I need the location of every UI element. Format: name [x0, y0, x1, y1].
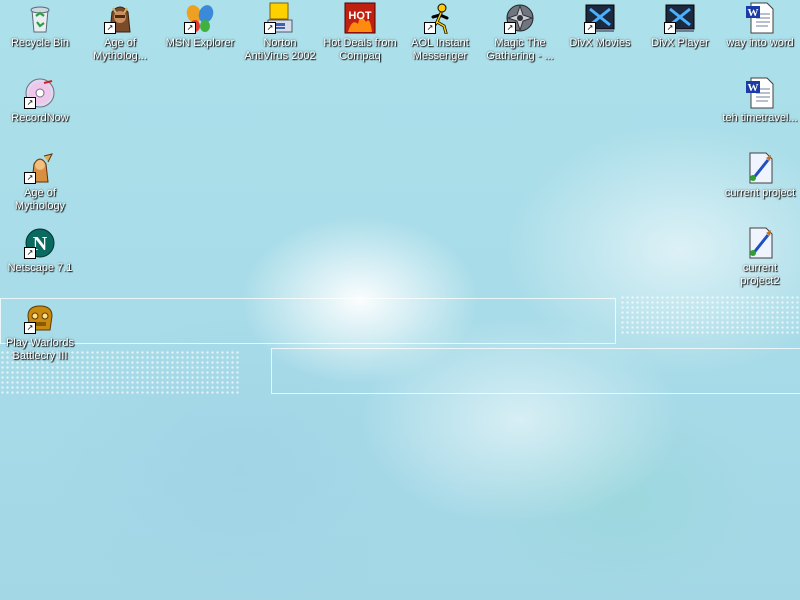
desktop-icon-divx-movies[interactable]: ↗ DivX Movies — [560, 0, 640, 72]
icon-label: Age of Mytholog... — [93, 37, 147, 62]
icon-label: current project2 — [740, 262, 780, 287]
shortcut-arrow-icon: ↗ — [504, 22, 516, 34]
aim-running-man-icon: ↗ — [424, 2, 456, 34]
icon-label: Netscape 7.1 — [7, 262, 73, 274]
desktop-icon-magic-the-gathering[interactable]: ↗ Magic The Gathering - ... — [480, 0, 560, 72]
shortcut-arrow-icon: ↗ — [24, 322, 36, 334]
desktop-icon-norton-antivirus[interactable]: ↗ Norton AntiVirus 2002 — [240, 0, 320, 72]
desktop-icon-divx-player[interactable]: ↗ DivX Player — [640, 0, 720, 72]
desktop-icon-age-of-mythology-1[interactable]: ↗ Age of Mytholog... — [80, 0, 160, 72]
warlords-battlecry-icon: ↗ — [24, 302, 56, 334]
icon-label: DivX Player — [651, 37, 709, 49]
desktop-icon-msn-explorer[interactable]: ↗ MSN Explorer — [160, 0, 240, 72]
wallpaper-line-decoration — [0, 298, 616, 344]
magic-the-gathering-icon: ↗ — [504, 2, 536, 34]
shortcut-arrow-icon: ↗ — [24, 97, 36, 109]
paint-file-icon — [744, 227, 776, 259]
divx-icon: ↗ — [664, 2, 696, 34]
netscape-icon: N ↗ — [24, 227, 56, 259]
icon-label: teh timetravel... — [722, 112, 798, 124]
age-of-mythology-icon: ↗ — [104, 2, 136, 34]
desktop-icon-netscape[interactable]: N ↗ Netscape 7.1 — [0, 225, 80, 297]
icon-label: Hot Deals from Compaq — [323, 37, 397, 62]
icon-label: RecordNow — [11, 112, 69, 124]
paint-file-icon — [744, 152, 776, 184]
icon-label: Play Warlords Battlecry III — [5, 337, 75, 362]
icon-label: MSN Explorer — [165, 37, 235, 49]
shortcut-arrow-icon: ↗ — [184, 22, 196, 34]
divx-icon: ↗ — [584, 2, 616, 34]
norton-antivirus-icon: ↗ — [264, 2, 296, 34]
hot-deals-icon: HOT — [344, 2, 376, 34]
msn-butterfly-icon: ↗ — [184, 2, 216, 34]
desktop-icon-warlords-battlecry[interactable]: ↗ Play Warlords Battlecry III — [0, 300, 80, 372]
desktop-icon-aol-instant-messenger[interactable]: ↗ AOL Instant Messenger — [400, 0, 480, 72]
icon-label: Norton AntiVirus 2002 — [244, 37, 316, 62]
wallpaper-dot-pattern — [620, 295, 800, 335]
recycle-bin-icon — [24, 2, 56, 34]
desktop-icon-recycle-bin[interactable]: Recycle Bin — [0, 0, 80, 72]
cd-disc-icon: ↗ — [24, 77, 56, 109]
desktop-icon-age-of-mythology-2[interactable]: ↗ Age of Mythology — [0, 150, 80, 222]
shortcut-arrow-icon: ↗ — [424, 22, 436, 34]
icon-label: AOL Instant Messenger — [411, 37, 469, 62]
icon-label: Magic The Gathering - ... — [486, 37, 554, 62]
icon-label: DivX Movies — [569, 37, 631, 49]
svg-text:HOT: HOT — [348, 10, 372, 22]
icon-label: Recycle Bin — [10, 37, 70, 49]
desktop-icon-hot-deals[interactable]: HOT Hot Deals from Compaq — [320, 0, 400, 72]
shortcut-arrow-icon: ↗ — [24, 172, 36, 184]
desktop-icon-current-project2[interactable]: current project2 — [720, 225, 800, 297]
desktop-icon-current-project[interactable]: current project — [720, 150, 800, 222]
icon-label: Age of Mythology — [14, 187, 66, 212]
desktop-icon-recordnow[interactable]: ↗ RecordNow — [0, 75, 80, 147]
word-document-icon: W — [744, 77, 776, 109]
desktop-icon-way-into-word[interactable]: W way into word — [720, 0, 800, 72]
shortcut-arrow-icon: ↗ — [664, 22, 676, 34]
shortcut-arrow-icon: ↗ — [264, 22, 276, 34]
shortcut-arrow-icon: ↗ — [584, 22, 596, 34]
svg-text:W: W — [748, 7, 759, 19]
shortcut-arrow-icon: ↗ — [104, 22, 116, 34]
desktop-icon-teh-timetravel[interactable]: W teh timetravel... — [720, 75, 800, 147]
svg-text:W: W — [748, 82, 759, 94]
shortcut-arrow-icon: ↗ — [24, 247, 36, 259]
word-document-icon: W — [744, 2, 776, 34]
icon-label: way into word — [726, 37, 794, 49]
age-of-mythology-icon: ↗ — [24, 152, 56, 184]
icon-label: current project — [724, 187, 796, 199]
wallpaper-line-decoration — [271, 348, 800, 394]
